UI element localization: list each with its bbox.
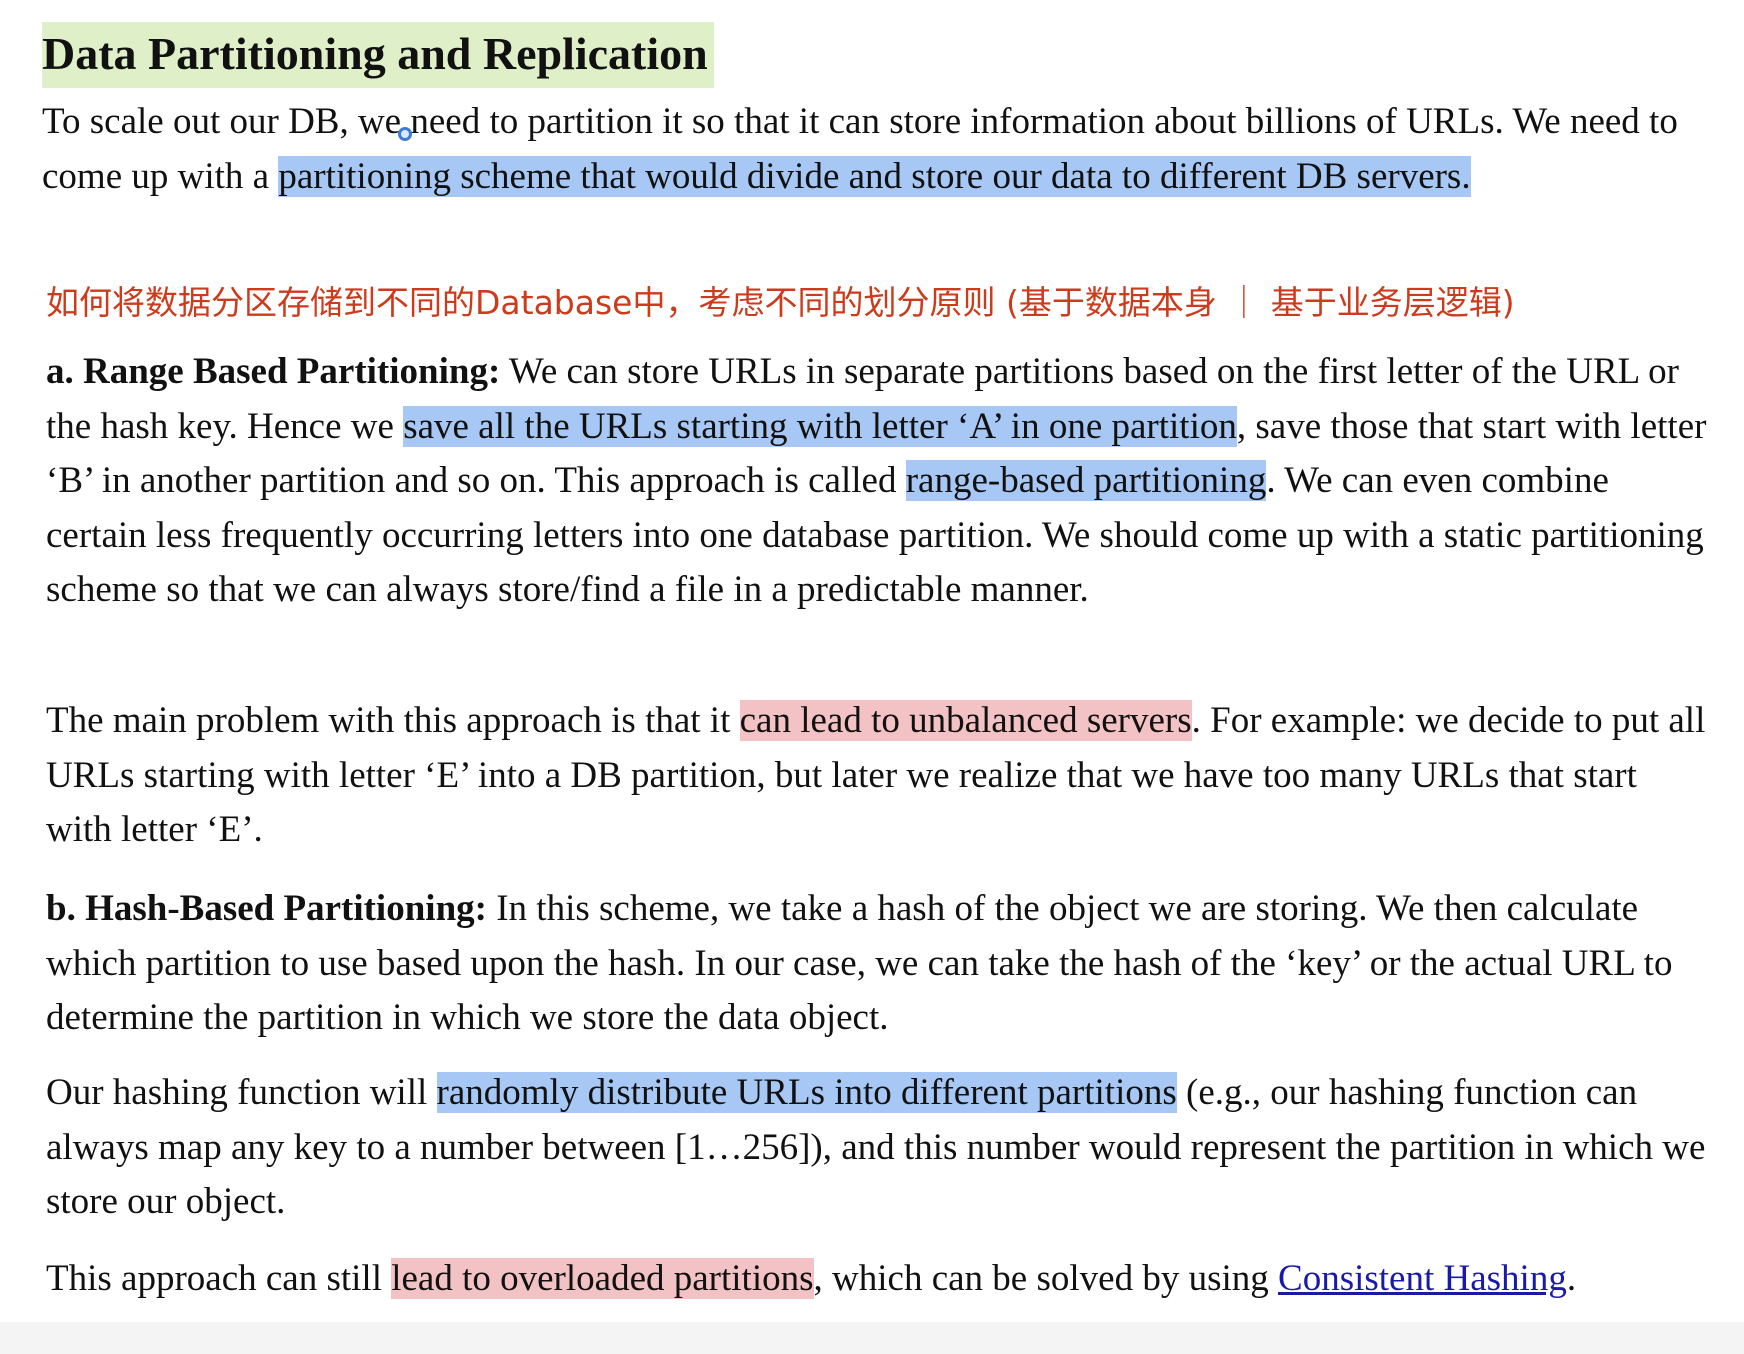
- highlight-unbalanced-servers: can lead to unbalanced servers: [739, 700, 1192, 741]
- section-heading: Data Partitioning and Replication: [42, 22, 714, 88]
- problem-paragraph: The main problem with this approach is t…: [46, 694, 1711, 858]
- annotation-note: 如何将数据分区存储到不同的Database中，考虑不同的划分原则 (基于数据本身…: [46, 283, 1515, 322]
- consistent-hashing-paragraph: This approach can still lead to overload…: [46, 1252, 1744, 1307]
- hash-partitioning-label: b. Hash-Based Partitioning:: [46, 888, 487, 929]
- hash-partitioning-paragraph: b. Hash-Based Partitioning: In this sche…: [46, 882, 1711, 1046]
- highlight-overloaded-partitions: lead to overloaded partitions: [391, 1258, 814, 1299]
- document-page: Data Partitioning and Replication To sca…: [0, 0, 1744, 1354]
- consistent-hashing-link[interactable]: Consistent Hashing: [1278, 1258, 1567, 1299]
- hashfn-text-1: Our hashing function will: [46, 1072, 437, 1113]
- highlight-save-urls-letter-a: save all the URLs starting with letter ‘…: [403, 405, 1237, 447]
- range-partitioning-paragraph: a. Range Based Partitioning: We can stor…: [46, 345, 1711, 618]
- hashing-function-paragraph: Our hashing function will randomly distr…: [46, 1066, 1711, 1230]
- text-cursor-icon: [398, 127, 412, 141]
- last-text-3: .: [1566, 1258, 1577, 1299]
- highlight-range-based-partitioning: range-based partitioning: [905, 460, 1267, 501]
- last-text-2: , which can be solved by using: [813, 1258, 1279, 1299]
- intro-paragraph: To scale out our DB, we need to partitio…: [42, 95, 1722, 204]
- highlight-partitioning-scheme: partitioning scheme that would divide an…: [278, 155, 1471, 197]
- range-partitioning-label: a. Range Based Partitioning:: [46, 351, 501, 392]
- highlight-randomly-distribute: randomly distribute URLs into different …: [436, 1072, 1177, 1113]
- page-bottom-edge: [0, 1322, 1744, 1354]
- last-text-1: This approach can still: [46, 1258, 392, 1299]
- problem-text-1: The main problem with this approach is t…: [46, 700, 740, 741]
